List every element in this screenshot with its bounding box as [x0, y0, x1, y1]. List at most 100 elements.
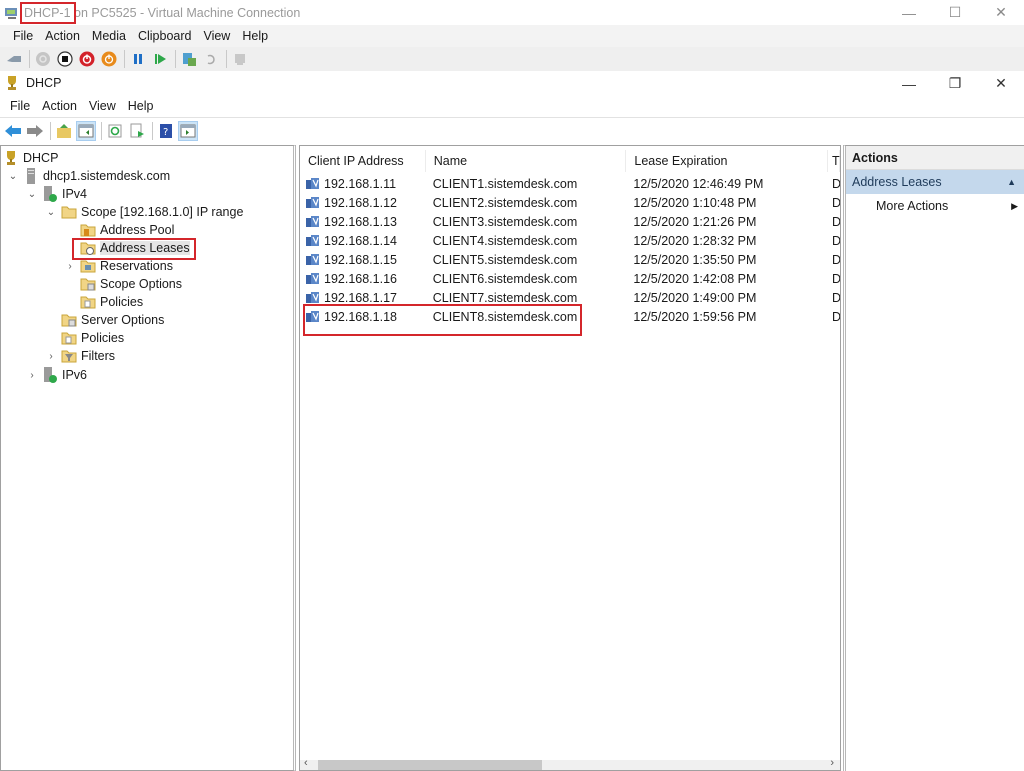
tree-node-scope[interactable]: ⌄ Scope [192.168.1.0] IP range: [45, 203, 244, 221]
ipv4-server-icon: [42, 186, 58, 202]
mmc-minimize-button[interactable]: —: [886, 71, 932, 96]
server-icon: [23, 168, 39, 184]
client-name-cell: CLIENT4.sistemdesk.com: [432, 233, 578, 248]
tree-node-policies[interactable]: Policies: [57, 329, 124, 347]
tree-node-reservations[interactable]: › Reservations: [64, 257, 173, 275]
export-list-icon[interactable]: [127, 121, 147, 141]
list-header: Client IP Address Name Lease Expiration …: [300, 150, 840, 172]
tree-node-scope-options[interactable]: Scope Options: [76, 275, 182, 293]
mmc-restore-button[interactable]: ❐: [932, 71, 978, 96]
tree-node-server[interactable]: ⌄ dhcp1.sistemdesk.com: [7, 167, 170, 185]
toolbar-separator: [226, 50, 227, 68]
lease-client-icon: [305, 234, 321, 248]
back-arrow-icon[interactable]: [3, 121, 23, 141]
mmc-title-bar: DHCP — ❐ ✕: [0, 71, 1024, 95]
lease-row[interactable]: 192.168.1.12 CLIENT2.sistemdesk.com 12/5/2…: [300, 193, 840, 212]
horizontal-scrollbar[interactable]: ‹ ›: [300, 757, 840, 770]
client-ip: 192.168.1.14: [324, 233, 397, 248]
scrollbar-thumb[interactable]: [318, 760, 542, 770]
turn-off-icon[interactable]: [55, 49, 75, 69]
reservations-icon: [80, 258, 96, 274]
show-hide-console-tree-icon[interactable]: [76, 120, 96, 141]
column-header-client-ip[interactable]: Client IP Address: [300, 150, 426, 172]
client-name-cell: CLIENT5.sistemdesk.com: [432, 252, 578, 267]
type-cell: D: [832, 309, 840, 324]
chevron-right-icon[interactable]: ›: [45, 351, 57, 362]
save-state-icon[interactable]: [99, 49, 119, 69]
resume-icon[interactable]: [150, 49, 170, 69]
show-hide-action-pane-icon[interactable]: [178, 120, 198, 141]
start-icon[interactable]: [33, 49, 53, 69]
vm-close-button[interactable]: ✕: [978, 0, 1024, 25]
chevron-down-icon[interactable]: ⌄: [45, 207, 57, 218]
column-header-lease-expiration[interactable]: Lease Expiration: [626, 150, 828, 172]
policies-icon: [80, 294, 96, 310]
tree-node-server-options[interactable]: Server Options: [57, 311, 164, 329]
actions-section-address-leases[interactable]: Address Leases ▲: [846, 170, 1024, 194]
vm-menu-view[interactable]: View: [197, 29, 236, 43]
toolbar-separator: [29, 50, 30, 68]
vm-menu-media[interactable]: Media: [86, 29, 132, 43]
tree-node-ipv6[interactable]: › IPv6: [26, 366, 87, 384]
mmc-close-button[interactable]: ✕: [978, 71, 1024, 96]
lease-row[interactable]: 192.168.1.13 CLIENT3.sistemdesk.com 12/5/2…: [300, 212, 840, 231]
mmc-menu-file[interactable]: File: [4, 99, 36, 113]
mmc-menu-help[interactable]: Help: [122, 99, 160, 113]
lease-expiration-cell: 12/5/2020 1:21:26 PM: [633, 214, 757, 229]
filters-icon: [61, 348, 77, 364]
scroll-right-icon[interactable]: ›: [830, 757, 834, 769]
chevron-down-icon[interactable]: ⌄: [7, 171, 19, 182]
lease-row[interactable]: 192.168.1.15 CLIENT5.sistemdesk.com 12/5/2…: [300, 250, 840, 269]
vm-menu-action[interactable]: Action: [39, 29, 86, 43]
enhanced-session-icon[interactable]: [230, 49, 250, 69]
type-cell: D: [832, 195, 840, 210]
tree-node-filters[interactable]: › Filters: [45, 347, 115, 365]
refresh-icon[interactable]: [105, 121, 125, 141]
chevron-right-icon[interactable]: ›: [26, 370, 38, 381]
column-header-name[interactable]: Name: [426, 150, 627, 172]
help-icon[interactable]: ?: [156, 121, 176, 141]
tree-label: Scope Options: [100, 277, 182, 291]
action-more-actions[interactable]: More Actions ▶: [846, 194, 1024, 218]
chevron-right-icon[interactable]: ›: [64, 261, 76, 272]
address-pool-icon: [80, 222, 96, 238]
lease-row[interactable]: 192.168.1.14 CLIENT4.sistemdesk.com 12/5/2…: [300, 231, 840, 250]
pause-icon[interactable]: [128, 49, 148, 69]
client-ip-cell: 192.168.1.15: [300, 253, 426, 267]
folder-icon: [61, 204, 77, 220]
forward-arrow-icon[interactable]: [25, 121, 45, 141]
vm-menu-help[interactable]: Help: [236, 29, 274, 43]
collapse-arrow-icon[interactable]: ▲: [1007, 177, 1016, 187]
action-label: More Actions: [876, 199, 949, 213]
vm-minimize-button[interactable]: —: [886, 0, 932, 25]
lease-client-icon: [305, 196, 321, 210]
mmc-menu-action[interactable]: Action: [36, 99, 83, 113]
ctrl-alt-del-icon[interactable]: [4, 49, 24, 69]
chevron-down-icon[interactable]: ⌄: [26, 189, 38, 200]
svg-text:?: ?: [163, 127, 168, 138]
tree-node-dhcp[interactable]: DHCP: [1, 149, 58, 167]
lease-client-icon: [305, 177, 321, 191]
lease-row[interactable]: 192.168.1.11 CLIENT1.sistemdesk.com 12/5/2…: [300, 174, 840, 193]
vm-maximize-button[interactable]: ☐: [932, 0, 978, 25]
tree-node-ipv4[interactable]: ⌄ IPv4: [26, 185, 87, 203]
lease-row[interactable]: 192.168.1.16 CLIENT6.sistemdesk.com 12/5/2…: [300, 269, 840, 288]
toolbar-separator: [101, 121, 102, 140]
lease-expiration-cell: 12/5/2020 12:46:49 PM: [633, 176, 764, 191]
tree-node-address-pool[interactable]: Address Pool: [76, 221, 174, 239]
up-one-level-icon[interactable]: [54, 121, 74, 141]
vm-menu-file[interactable]: File: [7, 29, 39, 43]
revert-icon[interactable]: [201, 49, 221, 69]
tree-node-scope-policies[interactable]: Policies: [76, 293, 143, 311]
dhcp-trophy-icon: [4, 75, 20, 91]
client-ip-cell: 192.168.1.17: [300, 291, 426, 305]
server-options-icon: [61, 312, 77, 328]
mmc-window-title: DHCP: [26, 76, 62, 90]
checkpoint-icon[interactable]: [179, 49, 199, 69]
column-header-type[interactable]: T: [828, 150, 840, 172]
mmc-menu-view[interactable]: View: [83, 99, 122, 113]
shutdown-icon[interactable]: [77, 49, 97, 69]
scroll-left-icon[interactable]: ‹: [304, 757, 308, 769]
tree-label: Reservations: [100, 259, 173, 273]
vm-menu-clipboard[interactable]: Clipboard: [132, 29, 198, 43]
